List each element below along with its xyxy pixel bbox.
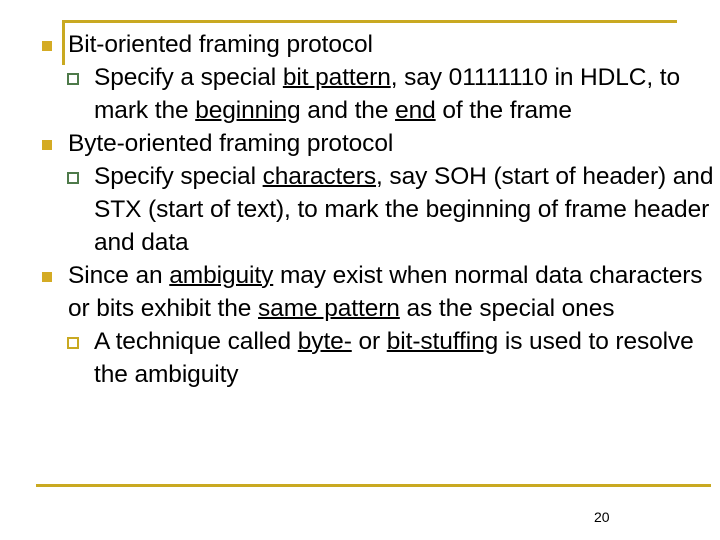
text-run: Specify a special xyxy=(94,64,283,91)
square-outline-bullet-icon xyxy=(67,172,79,184)
square-bullet-icon xyxy=(42,41,52,51)
sub-bullet-3-1-text: A technique called byte- or bit-stuffing… xyxy=(94,325,720,391)
bullet-list-level1: Bit-oriented framing protocol Specify a … xyxy=(0,28,720,391)
text-run: and the xyxy=(300,97,396,124)
bullet-item-2: Byte-oriented framing protocol Specify s… xyxy=(0,127,720,259)
square-bullet-icon xyxy=(42,272,52,282)
bullet-item-1: Bit-oriented framing protocol Specify a … xyxy=(0,28,720,127)
underlined-term: byte- xyxy=(297,328,352,355)
bottom-accent-rule xyxy=(36,484,711,487)
text-run: of the frame xyxy=(435,97,572,124)
page-number: 20 xyxy=(594,509,610,525)
underlined-term: same pattern xyxy=(258,295,400,322)
bullet-list-level2-1: Specify a special bit pattern, say 01111… xyxy=(67,61,720,127)
sub-bullet-item-3-1: A technique called byte- or bit-stuffing… xyxy=(67,325,720,391)
underlined-term: ambiguity xyxy=(169,262,274,289)
underlined-term: end xyxy=(395,97,436,124)
square-outline-bullet-icon xyxy=(67,73,79,85)
bullet-list-level2-2: Specify special characters, say SOH (sta… xyxy=(67,160,720,259)
underlined-term: bit-stuffing xyxy=(386,328,499,355)
underlined-term: characters xyxy=(262,163,377,190)
slide-body: Bit-oriented framing protocol Specify a … xyxy=(0,28,720,391)
text-run: A technique called xyxy=(94,328,298,355)
sub-bullet-1-1-text: Specify a special bit pattern, say 01111… xyxy=(94,61,720,127)
underlined-term: beginning xyxy=(195,97,301,124)
text-run: as the special ones xyxy=(399,295,615,322)
square-bullet-icon xyxy=(42,140,52,150)
sub-bullet-2-1-text: Specify special characters, say SOH (sta… xyxy=(94,160,720,259)
bullet-3-text: Since an ambiguity may exist when normal… xyxy=(68,259,720,325)
text-run: Specify special xyxy=(94,163,263,190)
bullet-item-3: Since an ambiguity may exist when normal… xyxy=(0,259,720,391)
bullet-list-level2-3: A technique called byte- or bit-stuffing… xyxy=(67,325,720,391)
sub-bullet-item-2-1: Specify special characters, say SOH (sta… xyxy=(67,160,720,259)
text-run: or xyxy=(351,328,387,355)
sub-bullet-item-1-1: Specify a special bit pattern, say 01111… xyxy=(67,61,720,127)
slide-canvas: Bit-oriented framing protocol Specify a … xyxy=(0,0,720,540)
bullet-2-text: Byte-oriented framing protocol xyxy=(68,130,394,157)
underlined-term: bit pattern xyxy=(282,64,391,91)
square-outline-bullet-icon xyxy=(67,337,79,349)
text-run: Since an xyxy=(68,262,170,289)
bullet-1-text: Bit-oriented framing protocol xyxy=(68,31,373,58)
top-accent-rule xyxy=(62,20,677,23)
